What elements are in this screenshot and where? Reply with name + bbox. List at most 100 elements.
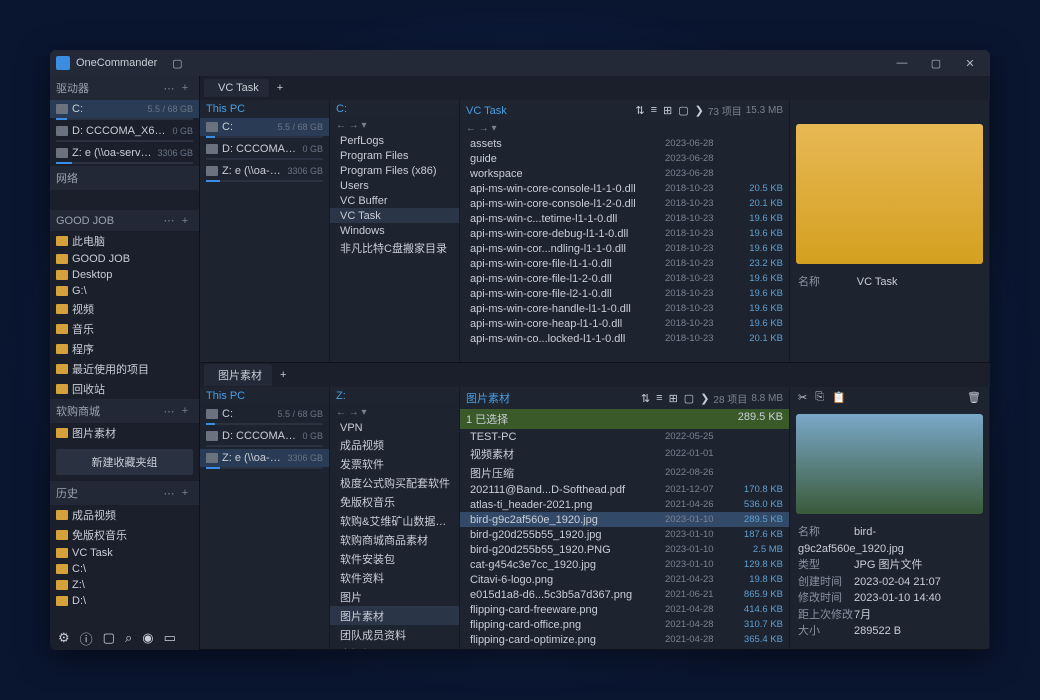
- more-icon[interactable]: ⋯: [161, 405, 177, 418]
- drive-item[interactable]: C:5.5 / 68 GB: [50, 100, 199, 118]
- file-row[interactable]: api-ms-win-core-file-l1-2-0.dll2018-10-2…: [460, 271, 789, 286]
- tree-item[interactable]: Program Files: [330, 148, 459, 163]
- file-row[interactable]: 图片压缩2022-08-26: [460, 463, 789, 482]
- drive-item[interactable]: Z: e (\\oa-serv...3306 GB: [200, 449, 329, 467]
- list-item[interactable]: 回收站: [50, 379, 199, 399]
- tab-vctask[interactable]: VC Task: [204, 79, 269, 97]
- file-row[interactable]: bird-g9c2af560e_1920.jpg2023-01-10289.5 …: [460, 512, 789, 527]
- file-row[interactable]: bird-g20d255b55_1920.PNG2023-01-102.5 MB: [460, 542, 789, 557]
- list-item[interactable]: Z:\: [50, 577, 199, 593]
- tree-item[interactable]: 团队成员资料: [330, 625, 459, 644]
- list-item[interactable]: 成品视频: [50, 505, 199, 525]
- file-row[interactable]: atlas-ti_header-2021.png2021-04-26536.0 …: [460, 497, 789, 512]
- file-row[interactable]: bird-g20d255b55_1920.jpg2023-01-10187.6 …: [460, 527, 789, 542]
- file-row[interactable]: workspace2023-06-28: [460, 166, 789, 181]
- list-item[interactable]: 最近使用的项目: [50, 359, 199, 379]
- list-item[interactable]: G:\: [50, 283, 199, 299]
- file-row[interactable]: api-ms-win-core-heap-l1-1-0.dll2018-10-2…: [460, 316, 789, 331]
- list-item[interactable]: 图片素材: [50, 423, 199, 443]
- file-row[interactable]: flipping-card-office.png2021-04-28310.7 …: [460, 617, 789, 632]
- list-item[interactable]: 音乐: [50, 319, 199, 339]
- tree-item[interactable]: VC Task: [330, 208, 459, 223]
- tree-item[interactable]: VC Buffer: [330, 193, 459, 208]
- tree-item[interactable]: 极度公式购买配套软件: [330, 473, 459, 492]
- tree-item[interactable]: 发票软件: [330, 454, 459, 473]
- more-icon[interactable]: ⋯: [161, 214, 177, 227]
- tree-item[interactable]: 软购商城商品素材: [330, 530, 459, 549]
- drive-item[interactable]: C:5.5 / 68 GB: [200, 118, 329, 136]
- list-item[interactable]: 此电脑: [50, 231, 199, 251]
- pane-top: VC Task + This PC C:5.5 / 68 GBD: CCCOMA…: [200, 76, 990, 363]
- drive-item[interactable]: D: CCCOMA_X64F...0 GB: [200, 427, 329, 445]
- list-item[interactable]: 免版权音乐: [50, 525, 199, 545]
- tree-item[interactable]: 免版权音乐: [330, 492, 459, 511]
- file-row[interactable]: api-ms-win-cor...ndling-l1-1-0.dll2018-1…: [460, 241, 789, 256]
- list-item[interactable]: GOOD JOB: [50, 251, 199, 267]
- file-row[interactable]: 202111@Band...D-Softhead.pdf2021-12-0717…: [460, 482, 789, 497]
- tree-item[interactable]: 成品视频: [330, 435, 459, 454]
- tab-images[interactable]: 图片素材: [204, 364, 272, 386]
- more-icon[interactable]: ⋯: [161, 82, 177, 95]
- new-tab-button[interactable]: +: [274, 366, 292, 384]
- tree-item[interactable]: 图片: [330, 587, 459, 606]
- file-row[interactable]: api-ms-win-core-handle-l1-1-0.dll2018-10…: [460, 301, 789, 316]
- file-row[interactable]: flipping-card-optimize.png2021-04-28365.…: [460, 632, 789, 647]
- list-item[interactable]: 视频: [50, 299, 199, 319]
- file-row[interactable]: api-ms-win-core-console-l1-2-0.dll2018-1…: [460, 196, 789, 211]
- drive-item[interactable]: D: CCCOMA_X64F...0 GB: [200, 140, 329, 158]
- view-icons[interactable]: ⇅≡⊞▢❯: [635, 104, 703, 117]
- maximize-button[interactable]: ▢: [922, 53, 950, 73]
- file-row[interactable]: heroImg_lg.png2021-04-25233.8 KB: [460, 647, 789, 649]
- nav-icons[interactable]: ← → ▾: [330, 405, 459, 420]
- file-row[interactable]: 视频素材2022-01-01: [460, 444, 789, 463]
- file-row[interactable]: api-ms-win-core-file-l1-1-0.dll2018-10-2…: [460, 256, 789, 271]
- file-row[interactable]: api-ms-win-core-debug-l1-1-0.dll2018-10-…: [460, 226, 789, 241]
- tree-item[interactable]: 图片素材: [330, 606, 459, 625]
- layout-toggle-icon[interactable]: ▢: [163, 53, 191, 73]
- drive-item[interactable]: Z: e (\\oa-server)3306 GB: [50, 144, 199, 162]
- tree-item[interactable]: 非凡比特C盘搬家目录: [330, 238, 459, 257]
- add-icon[interactable]: +: [177, 405, 193, 417]
- new-tab-button[interactable]: +: [271, 79, 289, 97]
- tree-item[interactable]: 虚拟机: [330, 644, 459, 649]
- drive-item[interactable]: C:5.5 / 68 GB: [200, 405, 329, 423]
- tree-item[interactable]: Users: [330, 178, 459, 193]
- list-item[interactable]: 程序: [50, 339, 199, 359]
- file-row[interactable]: api-ms-win-core-file-l2-1-0.dll2018-10-2…: [460, 286, 789, 301]
- new-favorite-group-button[interactable]: 新建收藏夹组: [56, 449, 193, 475]
- file-row[interactable]: assets2023-06-28: [460, 136, 789, 151]
- add-icon[interactable]: +: [177, 215, 193, 227]
- list-item[interactable]: D:\: [50, 593, 199, 609]
- add-icon[interactable]: +: [177, 487, 193, 499]
- tree-item[interactable]: Program Files (x86): [330, 163, 459, 178]
- tree-item[interactable]: VPN: [330, 420, 459, 435]
- file-row[interactable]: cat-g454c3e7cc_1920.jpg2023-01-10129.8 K…: [460, 557, 789, 572]
- view-icons[interactable]: ⇅≡⊞▢❯: [641, 392, 709, 405]
- nav-icons[interactable]: ← → ▾: [330, 118, 459, 133]
- file-row[interactable]: api-ms-win-c...tetime-l1-1-0.dll2018-10-…: [460, 211, 789, 226]
- more-icon[interactable]: ⋯: [161, 487, 177, 500]
- list-item[interactable]: C:\: [50, 561, 199, 577]
- close-button[interactable]: ✕: [956, 53, 984, 73]
- drive-item[interactable]: Z: e (\\oa-serv...3306 GB: [200, 162, 329, 180]
- tree-item[interactable]: Windows: [330, 223, 459, 238]
- file-row[interactable]: flipping-card-freeware.png2021-04-28414.…: [460, 602, 789, 617]
- drive-item[interactable]: D: CCCOMA_X64FR...0 GB: [50, 122, 199, 140]
- tree-item[interactable]: PerfLogs: [330, 133, 459, 148]
- minimize-button[interactable]: —: [888, 53, 916, 73]
- file-row[interactable]: api-ms-win-core-console-l1-1-0.dll2018-1…: [460, 181, 789, 196]
- file-row[interactable]: e015d1a8-d6...5c3b5a7d367.png2021-06-218…: [460, 587, 789, 602]
- list-item[interactable]: VC Task: [50, 545, 199, 561]
- nav-icons[interactable]: ← → ▾: [460, 121, 789, 136]
- tree-item[interactable]: 软件安装包: [330, 549, 459, 568]
- tree-item[interactable]: 软购&艾维矿山数据备份: [330, 511, 459, 530]
- tree-item[interactable]: 软件资料: [330, 568, 459, 587]
- file-row[interactable]: api-ms-win-co...locked-l1-1-0.dll2018-10…: [460, 331, 789, 346]
- add-icon[interactable]: +: [177, 82, 193, 94]
- file-row[interactable]: TEST-PC2022-05-25: [460, 429, 789, 444]
- bottom-toolbar[interactable]: ⚙ⓘ▢⌕◉▭: [50, 626, 184, 650]
- file-row[interactable]: Citavi-6-logo.png2021-04-2319.8 KB: [460, 572, 789, 587]
- file-row[interactable]: guide2023-06-28: [460, 151, 789, 166]
- preview-tools[interactable]: ✂⎘📋🗑: [790, 387, 989, 408]
- list-item[interactable]: Desktop: [50, 267, 199, 283]
